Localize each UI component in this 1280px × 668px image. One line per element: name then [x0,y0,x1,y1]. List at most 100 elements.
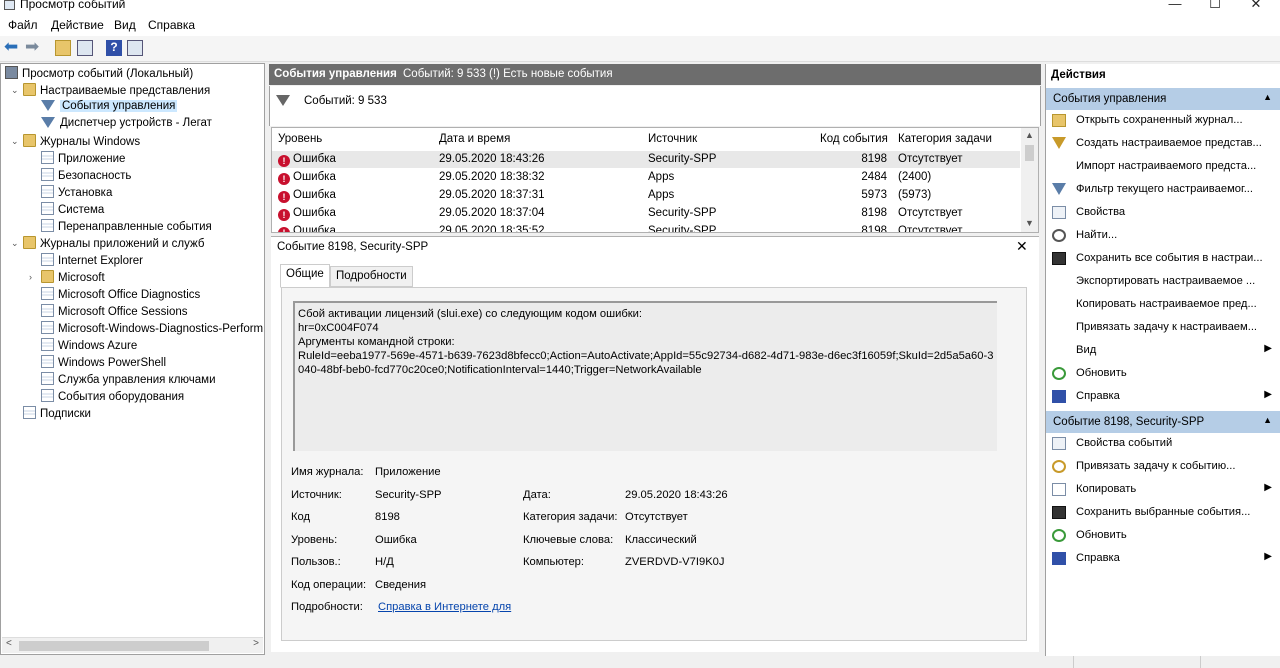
tree-item[interactable]: События оборудования [41,389,184,406]
tab-general[interactable]: Общие [280,264,330,288]
collapse-arrow-icon[interactable]: ⌄ [11,85,19,96]
online-help-link[interactable]: Справка в Интернете для [378,601,511,613]
find-icon [1052,229,1066,242]
submenu-arrow-icon: ▶ [1264,551,1272,562]
tree-item[interactable]: События управления [41,100,178,117]
tree-item[interactable]: ⌄ Настраиваемые представления [11,83,210,100]
tree-item[interactable]: › Microsoft [29,270,105,287]
menu-file[interactable]: Файл [8,18,38,32]
submenu-arrow-icon: ▶ [1264,482,1272,493]
action-item[interactable]: Сохранить все события в настраи... [1050,249,1276,269]
action-item-label: Справка [1076,390,1120,402]
computer-value: ZVERDVD-V7I9K0J [625,556,725,568]
forward-icon[interactable]: ➡ [25,37,41,56]
actions-section-view[interactable]: События управления ▲ [1046,88,1280,110]
actions-section-event[interactable]: Событие 8198, Security-SPP ▲ [1046,411,1280,433]
column-event-id[interactable]: Код события [820,133,888,145]
menu-action[interactable]: Действие [51,18,104,32]
action-pane-icon[interactable] [127,40,143,56]
action-item[interactable]: Импорт настраиваемого предста... [1050,157,1276,177]
folder-icon [41,270,54,283]
tree-item[interactable]: Internet Explorer [41,253,143,270]
scroll-thumb[interactable] [19,641,209,651]
tab-details[interactable]: Подробности [330,266,413,287]
window-title: Просмотр событий [20,0,126,11]
action-item[interactable]: Сохранить выбранные события... [1050,503,1276,523]
minimize-button[interactable]: — [1160,0,1190,12]
action-item[interactable]: Копировать ▶ [1050,480,1276,500]
help-icon[interactable]: ? [106,40,122,56]
table-row[interactable]: ! Ошибка 29.05.2020 18:37:04 Security-SPP 81… [272,205,1020,222]
tree-item[interactable]: Microsoft Office Diagnostics [41,287,200,304]
action-item[interactable]: Экспортировать настраиваемое ... [1050,272,1276,292]
action-item[interactable]: Свойства событий [1050,434,1276,454]
action-item[interactable]: Копировать настраиваемое пред... [1050,295,1276,315]
cell-date: 29.05.2020 18:35:52 [439,225,545,233]
close-button[interactable]: ✕ [1241,0,1271,12]
tree-item[interactable]: Windows Azure [41,338,137,355]
tree-item-label: Безопасность [58,170,132,182]
table-row[interactable]: ! Ошибка 29.05.2020 18:37:31 Apps 5973 (5973) [272,187,1020,204]
maximize-button[interactable]: ☐ [1200,0,1230,12]
action-item[interactable]: Обновить [1050,526,1276,546]
source-value: Security-SPP [375,489,442,501]
collapse-icon[interactable]: ▲ [1263,92,1272,102]
tree-item[interactable]: Просмотр событий (Локальный) [5,66,193,83]
table-row[interactable]: ! Ошибка 29.05.2020 18:38:32 Apps 2484 (2400) [272,169,1020,186]
tree-item[interactable]: Microsoft-Windows-Diagnostics-Perform [41,321,263,338]
status-segment [1200,656,1201,668]
action-item[interactable]: Справка ▶ [1050,549,1276,569]
tree-item[interactable]: ⌄ Журналы Windows [11,134,140,151]
scroll-thumb[interactable] [1025,145,1034,161]
column-category[interactable]: Категория задачи [898,133,992,145]
close-detail-icon[interactable]: ✕ [1016,238,1028,255]
horizontal-scrollbar[interactable]: < > [2,637,263,653]
menu-help[interactable]: Справка [148,18,195,32]
error-icon: ! [278,227,290,232]
event-viewer-icon [5,66,18,79]
status-segment [1073,656,1074,668]
action-item[interactable]: Справка ▶ [1050,387,1276,407]
action-item[interactable]: Привязать задачу к настраиваем... [1050,318,1276,338]
back-icon[interactable]: ⬅ [4,37,20,56]
table-row[interactable]: ! Ошибка 29.05.2020 18:35:52 Security-SPP 81… [272,223,1020,233]
console-tree-icon[interactable] [77,40,93,56]
event-message: Сбой активации лицензий (slui.exe) со сл… [293,301,997,451]
cell-category: Отсутствует [898,207,963,219]
collapse-icon[interactable]: ▲ [1263,415,1272,425]
tree-item[interactable]: Установка [41,185,112,202]
action-item-label: Создать настраиваемое представ... [1076,137,1262,149]
action-item[interactable]: Фильтр текущего настраиваемог... [1050,180,1276,200]
menu-view[interactable]: Вид [114,18,136,32]
tree-item[interactable]: Диспетчер устройств - Легат [41,117,212,134]
task-icon [1052,460,1066,473]
action-item[interactable]: Вид ▶ [1050,341,1276,361]
tree-item[interactable]: Приложение [41,151,125,168]
grid-vertical-scrollbar[interactable]: ▲ ▼ [1021,128,1038,232]
properties-icon [1052,437,1066,450]
collapse-arrow-icon[interactable]: ⌄ [11,136,19,147]
action-item[interactable]: Свойства [1050,203,1276,223]
tree-item[interactable]: ⌄ Журналы приложений и служб [11,236,204,253]
table-row[interactable]: ! Ошибка 29.05.2020 18:43:26 Security-SPP 81… [272,151,1020,168]
column-date[interactable]: Дата и время [439,133,510,145]
action-item[interactable]: Создать настраиваемое представ... [1050,134,1276,154]
expand-arrow-icon[interactable]: › [29,272,32,282]
tree-item[interactable]: Система [41,202,104,219]
open-folder-icon[interactable] [55,40,71,56]
column-source[interactable]: Источник [648,133,697,145]
tree-item[interactable]: Безопасность [41,168,131,185]
action-item[interactable]: Обновить [1050,364,1276,384]
cell-category: Отсутствует [898,225,963,233]
tree-item[interactable]: Подписки [23,406,91,423]
action-item[interactable]: Привязать задачу к событию... [1050,457,1276,477]
action-item[interactable]: Открыть сохраненный журнал... [1050,111,1276,131]
tree-item[interactable]: Windows PowerShell [41,355,166,372]
tree-item-label: Microsoft-Windows-Diagnostics-Perform [58,323,264,335]
tree-item[interactable]: Microsoft Office Sessions [41,304,188,321]
action-item[interactable]: Найти... [1050,226,1276,246]
tree-item[interactable]: Перенаправленные события [41,219,212,236]
collapse-arrow-icon[interactable]: ⌄ [11,238,19,249]
tree-item[interactable]: Служба управления ключами [41,372,216,389]
column-level[interactable]: Уровень [278,133,322,145]
